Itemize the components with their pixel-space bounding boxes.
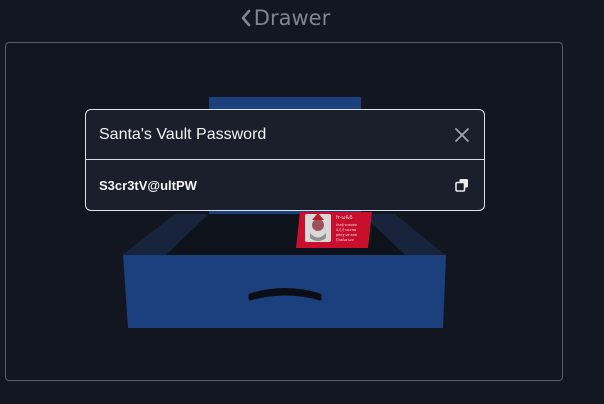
page: Drawer fr·ω&δ διαβ·ιcoυσα δ,ξ,ξ·υαcπα ρπ… [0, 0, 604, 404]
copy-button[interactable] [453, 176, 471, 194]
dialog-header: Santa's Vault Password [86, 110, 484, 160]
copy-icon [455, 179, 468, 192]
svg-text:δ,ξ,ξ·υαcπα: δ,ξ,ξ·υαcπα [336, 228, 357, 232]
svg-text:ρπεχ·νπ·εσα: ρπεχ·νπ·εσα [336, 233, 358, 237]
dialog-title: Santa's Vault Password [99, 125, 267, 143]
svg-text:διαβ·ιcoυσα: διαβ·ιcoυσα [336, 223, 357, 227]
dialog-body: S3cr3tV@ultPW [86, 160, 484, 210]
close-button[interactable] [452, 125, 472, 145]
password-dialog: Santa's Vault Password S3cr3tV@ultPW [85, 109, 485, 211]
svg-text:fr·ω&δ: fr·ω&δ [336, 215, 353, 221]
svg-text:ξλσ&α·ωα: ξλσ&α·ωα [336, 238, 354, 242]
close-icon [455, 127, 469, 142]
password-value: S3cr3tV@ultPW [99, 177, 197, 193]
red-note-card: fr·ω&δ διαβ·ιcoυσα δ,ξ,ξ·υαcπα ρπεχ·νπ·ε… [296, 212, 372, 248]
